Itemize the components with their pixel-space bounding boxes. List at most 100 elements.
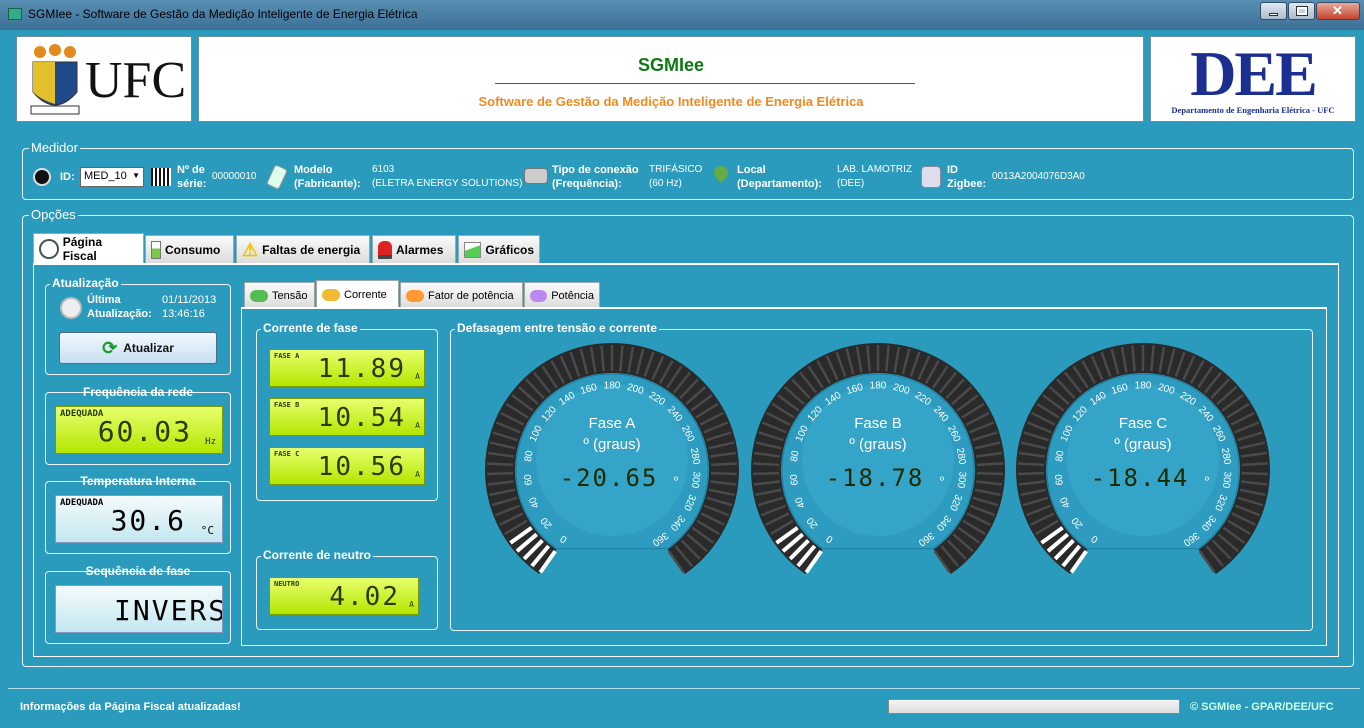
neutro-display: NEUTRO 4.02 A xyxy=(269,577,419,615)
ufc-logo-text: UFC xyxy=(85,52,187,109)
tab-consumo-label: Consumo xyxy=(165,242,221,257)
atualizar-button[interactable]: ⟳ Atualizar xyxy=(59,332,217,364)
subtab-potencia[interactable]: Potência xyxy=(524,282,600,308)
app-name: SGMIee xyxy=(637,55,705,75)
tab-alarmes[interactable]: Alarmes xyxy=(372,235,456,263)
ufc-crest-icon xyxy=(30,44,80,115)
tab-faltas-label: Faltas de energia xyxy=(262,242,361,257)
subtab-tensao[interactable]: Tensão xyxy=(244,282,315,308)
neutro-value: 4.02 xyxy=(329,582,400,612)
update-date: 01/11/2013 xyxy=(162,294,217,306)
conexao-value: TRIFÁSICO xyxy=(649,164,703,175)
close-button[interactable]: ✕ xyxy=(1316,2,1360,20)
close-icon: ✕ xyxy=(1332,3,1343,18)
corrente-icon xyxy=(322,288,340,301)
zigbee-icon xyxy=(921,166,941,188)
frequencia-display: ADEQUADA 60.03 Hz xyxy=(55,406,223,454)
tab-pagina-fiscal-label: Página Fiscal xyxy=(62,234,103,263)
tab-consumo[interactable]: Consumo xyxy=(145,235,234,263)
tab-pagina-fiscal[interactable]: Página Fiscal xyxy=(33,233,144,263)
subtab-fator-potencia[interactable]: Fator de potência xyxy=(400,282,523,308)
subtab-corrente[interactable]: Corrente xyxy=(316,280,399,308)
copyright-text: © SGMIee - GPAR/DEE/UFC xyxy=(1190,701,1334,713)
chart-icon xyxy=(464,241,482,258)
frequencia-value: 60.03 xyxy=(97,415,192,448)
chevron-down-icon: ▼ xyxy=(132,171,140,180)
fase-c-unit: A xyxy=(415,470,420,479)
fase-b-display: FASE B 10.54 A xyxy=(269,398,425,436)
frequencia-unit: Hz xyxy=(205,437,216,447)
sequencia-display: INVERSA xyxy=(55,585,223,633)
battery-icon xyxy=(151,240,161,259)
subtab-fator-label: Fator de potência xyxy=(428,289,514,302)
siren-icon xyxy=(378,240,392,259)
barcode-icon xyxy=(151,168,171,186)
gauge-tab-icon xyxy=(39,238,59,259)
fase-a-value: 11.89 xyxy=(317,354,406,384)
conexao-label: Tipo de conexão (Frequência): xyxy=(552,164,639,190)
clock-update-icon xyxy=(60,297,82,319)
maximize-button[interactable] xyxy=(1288,2,1315,20)
serie-value: 00000010 xyxy=(212,171,257,182)
defasagem-group: Defasagem entre tensão e corrente xyxy=(450,321,1313,631)
header: UFC SGMIee Software de Gestão da Medição… xyxy=(10,34,1360,124)
local-value: LAB. LAMOTRIZ xyxy=(837,164,913,175)
defasagem-legend: Defasagem entre tensão e corrente xyxy=(455,321,660,335)
serie-label: Nº de série: xyxy=(177,164,207,190)
opcoes-legend: Opções xyxy=(29,207,78,222)
zigbee-value: 0013A2004076D3A0 xyxy=(992,171,1085,182)
tab-faltas-energia[interactable]: ⚠ Faltas de energia xyxy=(236,235,370,263)
subtab-tensao-label: Tensão xyxy=(272,289,308,302)
fator-icon xyxy=(406,289,424,302)
neutro-tag: NEUTRO xyxy=(274,580,300,588)
corrente-neutro-legend: Corrente de neutro xyxy=(261,548,374,562)
dee-logo-text: DEE xyxy=(1190,38,1318,109)
local-label: Local (Departamento): xyxy=(737,164,822,190)
fase-a-tag: FASE A xyxy=(274,352,300,360)
atualizacao-legend: Atualização xyxy=(50,276,121,290)
fase-b-tag: FASE B xyxy=(274,401,300,409)
update-time: 13:46:16 xyxy=(162,308,205,320)
subtab-corrente-label: Corrente xyxy=(344,288,387,301)
modelo-value: 6103 xyxy=(372,164,395,175)
id-label: ID: xyxy=(60,171,75,183)
departamento-value: (DEE) xyxy=(837,178,865,189)
medidor-legend: Medidor xyxy=(29,140,80,155)
id-select[interactable]: MED_10 ▼ xyxy=(80,167,144,187)
fase-a-unit: A xyxy=(415,372,420,381)
warning-icon: ⚠ xyxy=(242,239,259,260)
fase-c-tag: FASE C xyxy=(274,450,300,458)
fase-a-display: FASE A 11.89 A xyxy=(269,349,425,387)
ultima-atualizacao-label: Última Atualização: xyxy=(87,294,152,320)
fabricante-value: (ELETRA ENERGY SOLUTIONS) xyxy=(372,178,523,189)
refresh-icon: ⟳ xyxy=(102,337,118,358)
zigbee-label: ID Zigbee: xyxy=(947,164,987,190)
atualizar-label: Atualizar xyxy=(123,341,174,355)
ufc-logo: UFC xyxy=(16,36,192,122)
tab-alarmes-label: Alarmes xyxy=(396,242,444,257)
minimize-button[interactable] xyxy=(1260,2,1287,20)
status-message: Informações da Página Fiscal atualizadas… xyxy=(20,701,241,713)
modelo-label: Modelo (Fabricante): xyxy=(294,164,361,190)
sequencia-value: INVERSA xyxy=(114,594,222,627)
temperatura-unit: °C xyxy=(200,524,214,537)
title-bar: SGMIee - Software de Gestão da Medição I… xyxy=(0,0,1364,30)
app-icon xyxy=(8,8,22,20)
corrente-fase-legend: Corrente de fase xyxy=(261,321,360,335)
fase-b-value: 10.54 xyxy=(317,403,406,433)
frequencia-legend: Frequência da rede xyxy=(82,385,194,399)
id-select-value: MED_10 xyxy=(84,170,127,182)
temperatura-legend: Temperatura Interna xyxy=(80,474,196,488)
sequencia-legend: Sequência de fase xyxy=(85,564,191,578)
fase-c-value: 10.56 xyxy=(317,452,406,482)
connection-icon xyxy=(524,168,548,184)
subtab-potencia-label: Potência xyxy=(551,289,594,302)
progress-bar xyxy=(888,699,1180,714)
tab-graficos[interactable]: Gráficos xyxy=(458,235,540,263)
app-subtitle: Software de Gestão da Medição Inteligent… xyxy=(478,94,864,109)
dee-logo: DEE Departamento de Engenharia Elétrica … xyxy=(1150,36,1356,122)
app-banner: SGMIee Software de Gestão da Medição Int… xyxy=(198,36,1144,122)
gauge-icon xyxy=(33,168,51,186)
frequencia-value: (60 Hz) xyxy=(649,178,682,189)
window-title: SGMIee - Software de Gestão da Medição I… xyxy=(28,7,418,21)
